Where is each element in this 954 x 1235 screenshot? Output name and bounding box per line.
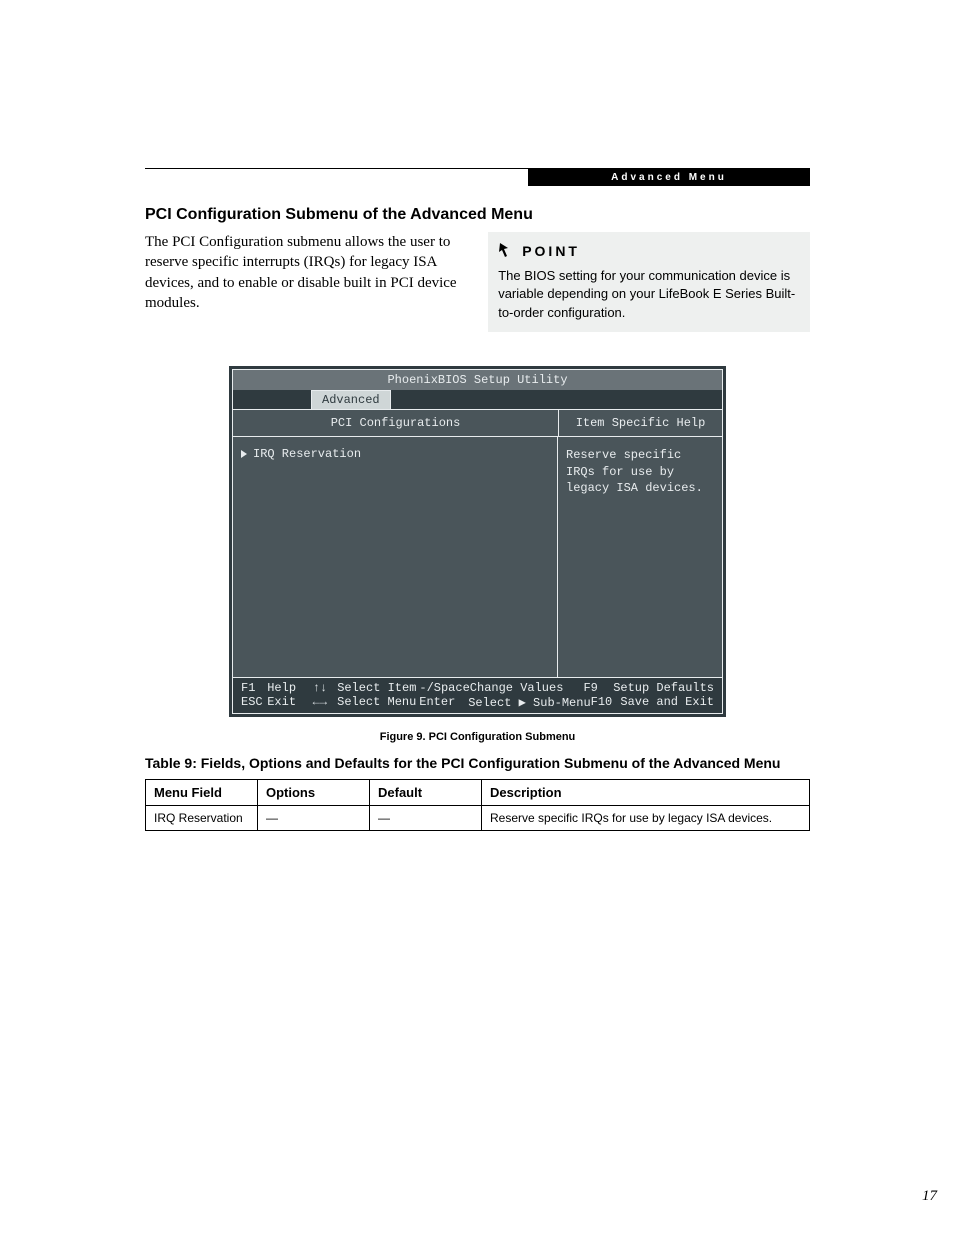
label-select-submenu: Select ▶ Sub-Menu <box>468 695 590 710</box>
label-select-item: Select Item <box>337 681 419 695</box>
bios-title: PhoenixBIOS Setup Utility <box>232 369 723 390</box>
bios-frame: PhoenixBIOS Setup Utility Advanced PCI C… <box>229 366 726 717</box>
bios-item-label: IRQ Reservation <box>253 447 361 461</box>
label-save-exit: Save and Exit <box>620 695 714 710</box>
bios-item-irq: IRQ Reservation <box>241 447 549 461</box>
fields-table: Menu Field Options Default Description I… <box>145 779 810 831</box>
page-number: 17 <box>887 1188 937 1205</box>
key-f9: F9 <box>583 681 613 695</box>
bios-footer: F1 Help ↑↓ Select Item -/Space Change Va… <box>232 678 723 714</box>
td-options: — <box>258 805 370 830</box>
intro-paragraph: The PCI Configuration submenu allows the… <box>145 232 468 332</box>
figure-caption: Figure 9. PCI Configuration Submenu <box>145 731 810 743</box>
bios-figure: PhoenixBIOS Setup Utility Advanced PCI C… <box>229 366 726 717</box>
arrows-lr-icon: ←→ <box>313 695 337 710</box>
point-header: POINT <box>498 240 800 263</box>
th-menu-field: Menu Field <box>146 779 258 805</box>
bios-subhead-row: PCI Configurations Item Specific Help <box>233 410 722 437</box>
key-space: -/Space <box>419 681 469 695</box>
arrows-ud-icon: ↑↓ <box>313 681 337 695</box>
table-caption: Table 9: Fields, Options and Defaults fo… <box>145 755 810 771</box>
point-box: POINT The BIOS setting for your communic… <box>488 232 810 332</box>
key-f1: F1 <box>241 681 267 695</box>
bios-tab-row: Advanced <box>232 390 723 409</box>
table-row: IRQ Reservation — — Reserve specific IRQ… <box>146 805 810 830</box>
td-default: — <box>370 805 482 830</box>
bios-left-header: PCI Configurations <box>233 410 559 437</box>
page-body: PCI Configuration Submenu of the Advance… <box>145 168 810 831</box>
bios-tab-advanced: Advanced <box>311 390 391 409</box>
bios-body: IRQ Reservation Reserve specific IRQs fo… <box>233 437 722 677</box>
bios-right-header: Item Specific Help <box>559 410 722 437</box>
key-enter: Enter <box>419 695 468 710</box>
bios-help-pane: Reserve specific IRQs for use by legacy … <box>558 437 722 677</box>
bios-left-pane: IRQ Reservation <box>233 437 558 677</box>
bios-footrow-2: ESC Exit ←→ Select Menu Enter Select ▶ S… <box>241 695 714 710</box>
td-description: Reserve specific IRQs for use by legacy … <box>482 805 810 830</box>
point-text: The BIOS setting for your communication … <box>498 267 800 322</box>
key-f10: F10 <box>591 695 621 710</box>
section-heading: PCI Configuration Submenu of the Advance… <box>145 206 810 224</box>
th-default: Default <box>370 779 482 805</box>
bios-footrow-1: F1 Help ↑↓ Select Item -/Space Change Va… <box>241 681 714 695</box>
label-help: Help <box>267 681 312 695</box>
key-esc: ESC <box>241 695 267 710</box>
th-options: Options <box>258 779 370 805</box>
point-icon <box>498 240 516 263</box>
label-change-values: Change Values <box>470 681 584 695</box>
label-setup-defaults: Setup Defaults <box>613 681 714 695</box>
th-description: Description <box>482 779 810 805</box>
point-label: POINT <box>522 242 580 262</box>
td-menu-field: IRQ Reservation <box>146 805 258 830</box>
label-select-menu: Select Menu <box>337 695 419 710</box>
label-exit: Exit <box>267 695 312 710</box>
table-header-row: Menu Field Options Default Description <box>146 779 810 805</box>
intro-row: The PCI Configuration submenu allows the… <box>145 232 810 332</box>
triangle-right-icon <box>241 450 247 458</box>
